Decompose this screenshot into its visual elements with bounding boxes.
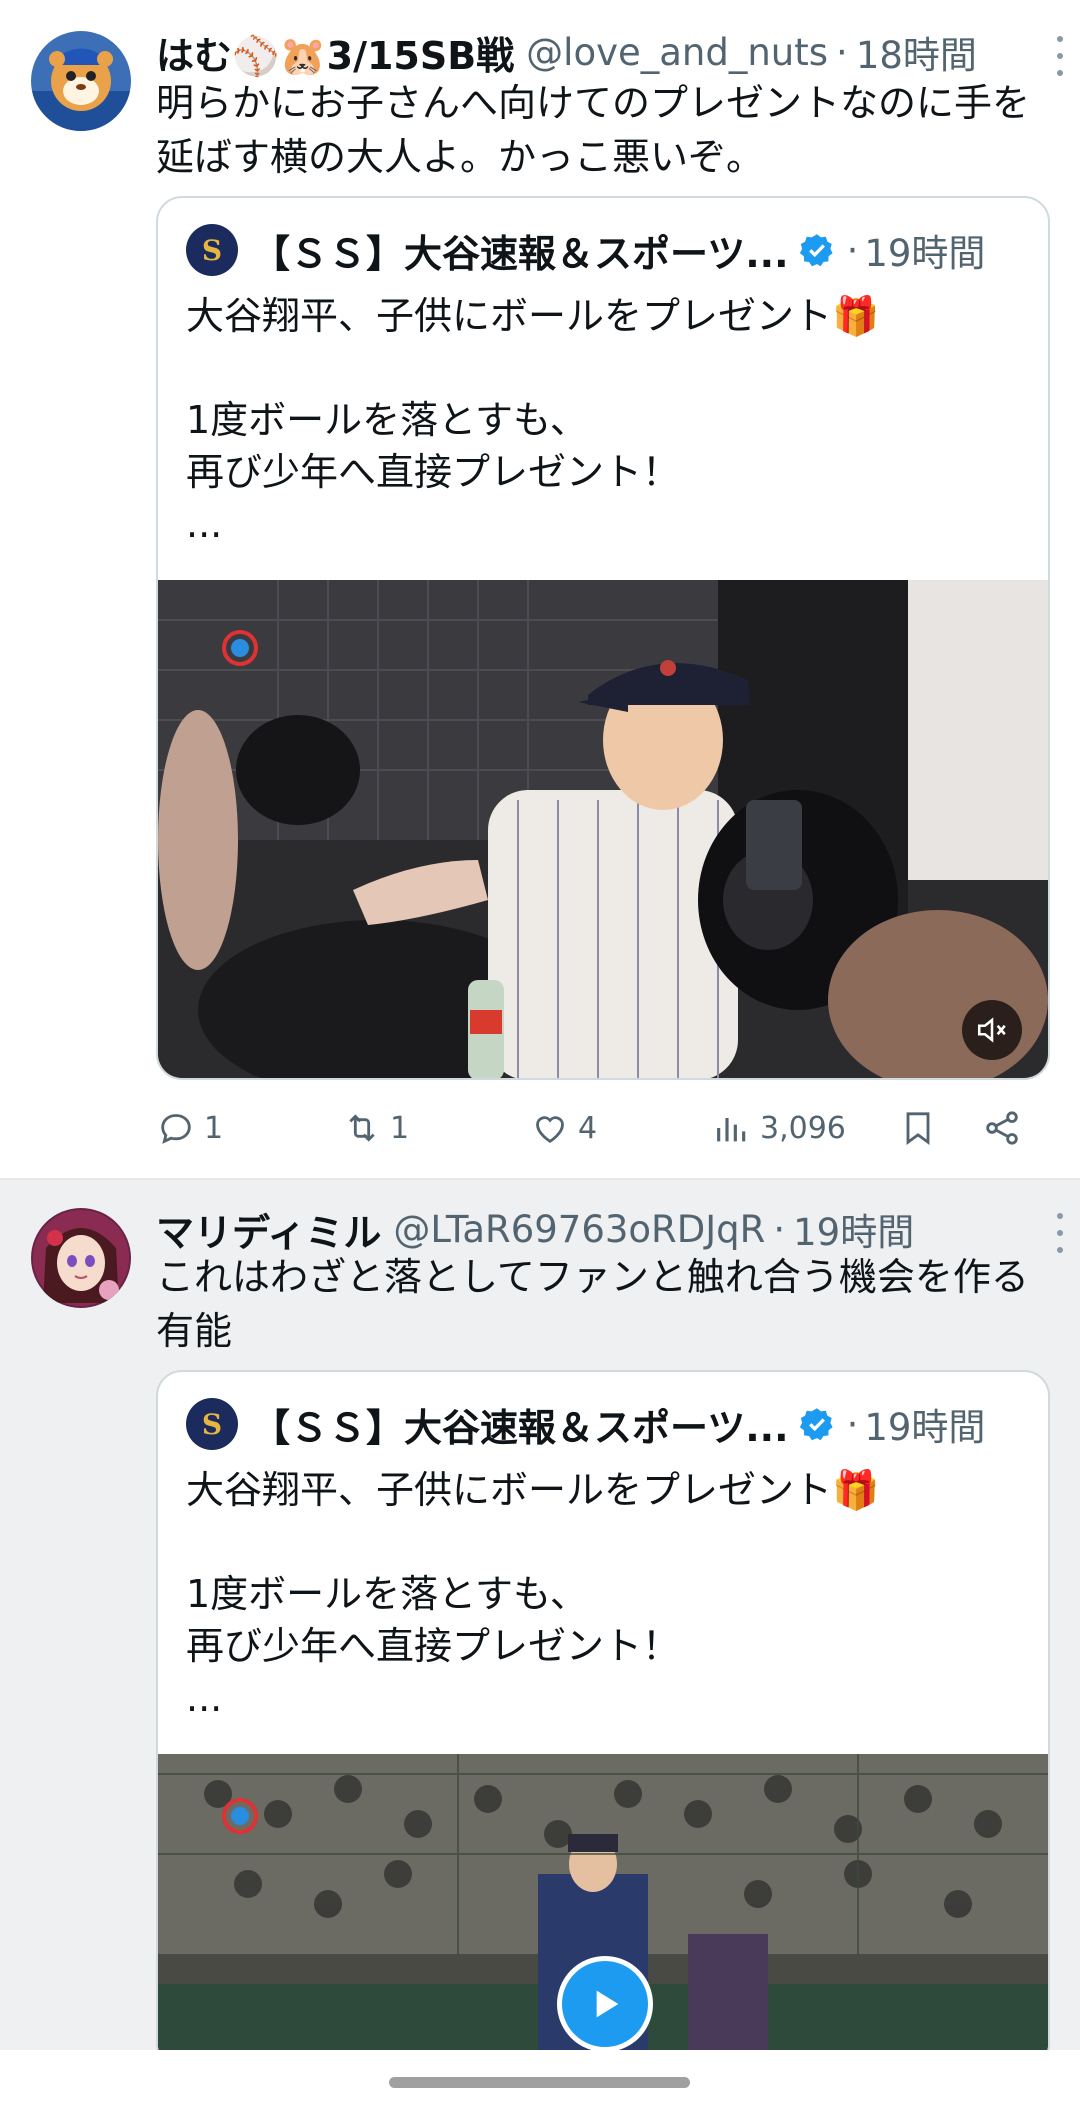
svg-text:S: S [202,1408,222,1441]
tweet-actions: 1 1 4 3,096 [156,1098,1036,1158]
more-dots-icon[interactable] [1054,1213,1066,1253]
tweet-text: 明らかにお子さんへ向けてのプレゼントなのに手を延ばす横の大人よ。かっこ悪いぞ。 [156,81,1031,179]
video-thumbnail [158,580,1048,1078]
views-count: 3,096 [760,1110,846,1146]
bookmark-button[interactable] [898,1098,938,1158]
display-name[interactable]: はむ⚾🐹3/15SB戦 [156,27,514,78]
share-button[interactable] [982,1098,1022,1158]
verified-badge-icon [799,1408,833,1441]
reply-icon [161,1114,191,1144]
handle[interactable]: @love_and_nuts [526,31,828,74]
quote-author-name: 【ＳＳ】大谷速報＆スポーツ... [252,231,789,276]
play-icon[interactable] [557,1956,653,2052]
reply-count: 1 [204,1110,224,1146]
separator-dot: · [773,1207,786,1251]
display-name[interactable]: マリディミル [156,1204,381,1255]
home-indicator[interactable] [389,2077,690,2088]
quote-text: 大谷翔平、子供にボールをプレゼント🎁 1度ボールを落とすも、 再び少年へ直接プレ… [186,294,880,546]
retweet-count: 1 [390,1110,410,1146]
tweet-text: これはわざと落としてファンと触れ合う機会を作る有能 [156,1255,1029,1353]
quoted-tweet[interactable]: S 【ＳＳ】大谷速報＆スポーツ... · 19時間 大谷翔平、子供にボールをプレ… [156,196,1050,1080]
quote-header: S 【ＳＳ】大谷速報＆スポーツ... · 19時間 [186,1398,1028,1450]
svg-text:S: S [202,234,222,267]
muted-speaker-icon[interactable] [962,1000,1022,1060]
quote-author-name: 【ＳＳ】大谷速報＆スポーツ... [252,1405,789,1450]
avatar[interactable] [31,31,131,131]
tweet-card[interactable]: マリディミル @LTaR69763oRDJqR · 19時間 これはわざと落とし… [0,1180,1080,2070]
timestamp[interactable]: 18時間 [856,27,977,77]
handle[interactable]: @LTaR69763oRDJqR [393,1208,765,1251]
quote-timestamp: 19時間 [864,232,986,275]
separator-dot: · [846,228,859,272]
bookmark-icon [906,1112,930,1145]
retweet-button[interactable]: 1 [342,1098,409,1158]
retweet-icon [349,1114,375,1142]
avatar[interactable] [31,1208,131,1308]
timestamp[interactable]: 19時間 [793,1204,914,1254]
more-dots-icon[interactable] [1054,36,1066,76]
reply-button[interactable]: 1 [156,1098,223,1158]
quote-avatar: S [186,1398,238,1450]
tweet-header: はむ⚾🐹3/15SB戦 @love_and_nuts · 18時間 [156,27,1040,78]
share-icon [986,1111,1018,1145]
quoted-tweet[interactable]: S 【ＳＳ】大谷速報＆スポーツ... · 19時間 大谷翔平、子供にボールをプレ… [156,1370,1050,2070]
quote-text: 大谷翔平、子供にボールをプレゼント🎁 1度ボールを落とすも、 再び少年へ直接プレ… [186,1468,880,1720]
like-button[interactable]: 4 [530,1098,597,1158]
separator-dot: · [846,1402,859,1446]
tweet-header: マリディミル @LTaR69763oRDJqR · 19時間 [156,1204,1040,1255]
video-player[interactable] [158,1754,1048,2068]
quote-header: S 【ＳＳ】大谷速報＆スポーツ... · 19時間 [186,224,1028,276]
tweet-card[interactable]: はむ⚾🐹3/15SB戦 @love_and_nuts · 18時間 明らかにお子… [0,0,1080,1180]
views-chart-icon [717,1118,746,1142]
heart-icon [536,1116,564,1143]
views-button[interactable]: 3,096 [712,1098,846,1158]
quote-timestamp: 19時間 [864,1406,986,1449]
video-player[interactable] [158,580,1048,1078]
verified-badge-icon [799,234,833,267]
separator-dot: · [836,30,848,74]
quote-avatar: S [186,224,238,276]
like-count: 4 [578,1110,598,1146]
